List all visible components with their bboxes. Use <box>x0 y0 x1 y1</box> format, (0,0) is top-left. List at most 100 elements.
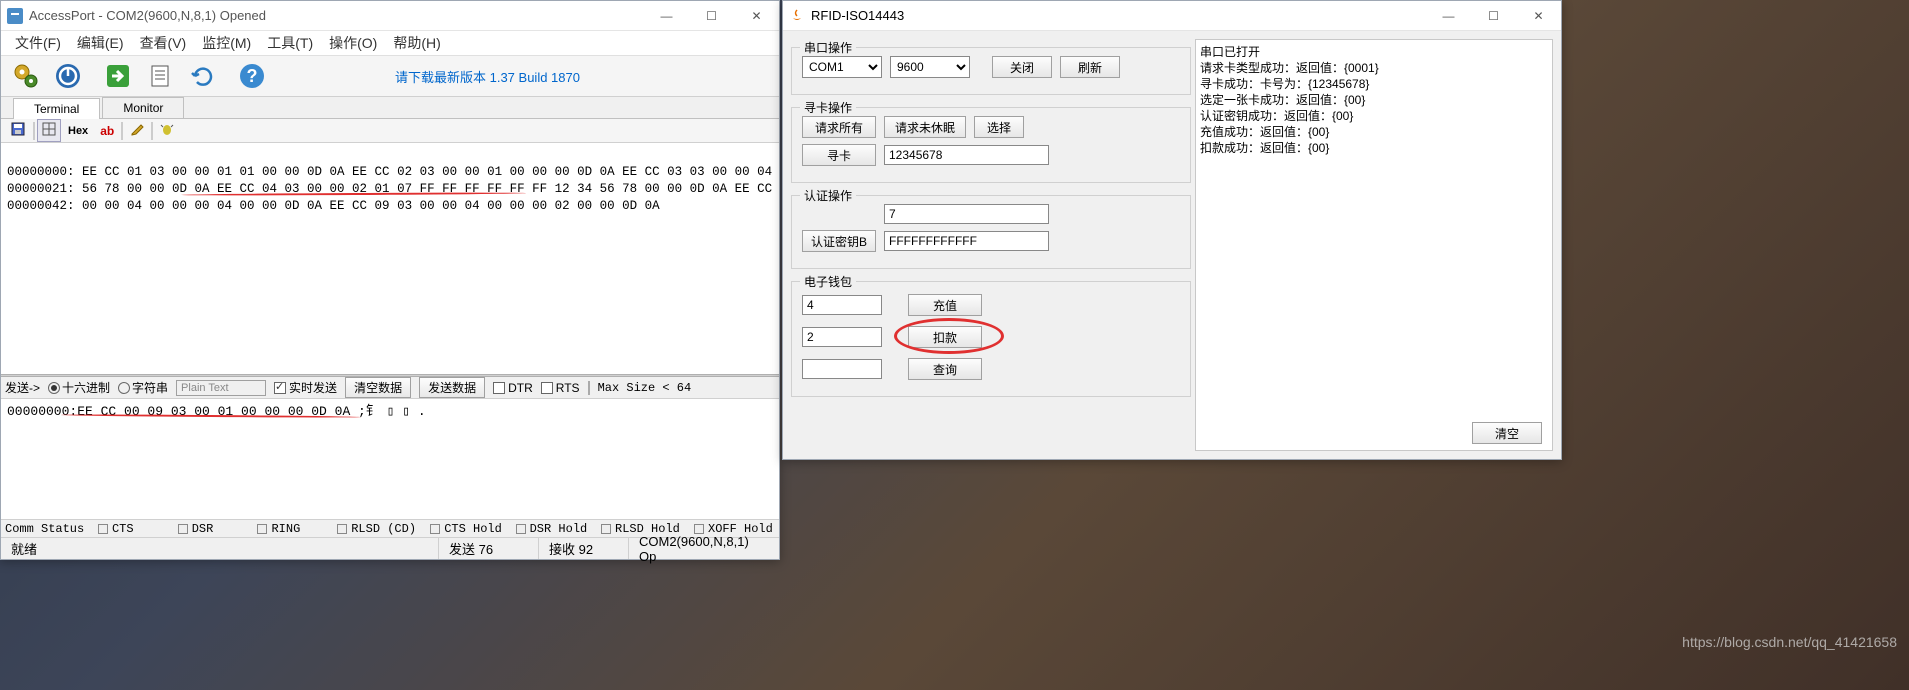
dsr-led: DSR <box>178 522 250 536</box>
radio-hex[interactable]: 十六进制 <box>48 379 110 396</box>
send-label: 发送-> <box>5 379 40 396</box>
menu-tools[interactable]: 工具(T) <box>261 31 319 55</box>
menu-view[interactable]: 查看(V) <box>134 31 193 55</box>
group-auth: 认证操作 认证密钥B <box>791 195 1191 269</box>
status-bar: 就绪 发送 76 接收 92 COM2(9600,N,8,1) Op <box>1 537 779 559</box>
pencil-icon[interactable] <box>125 119 149 142</box>
minimize-button[interactable]: — <box>644 1 689 30</box>
recharge-input[interactable] <box>802 295 882 315</box>
recharge-button[interactable]: 充值 <box>908 294 982 316</box>
close-port-button[interactable]: 关闭 <box>992 56 1052 78</box>
document-icon[interactable] <box>141 58 179 94</box>
max-size-label: Max Size < 64 <box>598 381 692 395</box>
com-select[interactable]: COM1 <box>802 56 882 78</box>
update-link[interactable]: 请下载最新版本 1.37 Build 1870 <box>395 67 580 86</box>
hex-receive-view[interactable]: 00000000: EE CC 01 03 00 00 01 01 00 00 … <box>1 143 779 374</box>
dtr-checkbox[interactable]: DTR <box>493 381 533 395</box>
settings-gear-icon[interactable] <box>7 58 45 94</box>
clear-log-button[interactable]: 清空 <box>1472 422 1542 444</box>
refresh-icon[interactable] <box>183 58 221 94</box>
send-toolbar: 发送-> 十六进制 字符串 Plain Text 实时发送 清空数据 发送数据 … <box>1 377 779 399</box>
watermark: https://blog.csdn.net/qq_41421658 <box>1682 634 1897 650</box>
log-line: 扣款成功：返回值：{00} <box>1200 140 1548 156</box>
send-data-button[interactable]: 发送数据 <box>419 377 485 398</box>
deduct-input[interactable] <box>802 327 882 347</box>
save-icon[interactable] <box>5 118 31 143</box>
select-button[interactable]: 选择 <box>974 116 1024 138</box>
group-title: 寻卡操作 <box>800 99 856 116</box>
power-icon[interactable] <box>49 58 87 94</box>
tab-terminal[interactable]: Terminal <box>13 98 100 119</box>
realtime-checkbox[interactable]: 实时发送 <box>274 379 337 396</box>
accessport-window: AccessPort - COM2(9600,N,8,1) Opened — ☐… <box>0 0 780 560</box>
group-title: 串口操作 <box>800 39 856 56</box>
sub-toolbar: Hex ab <box>1 119 779 143</box>
baud-select[interactable]: 9600 <box>890 56 970 78</box>
status-ready: 就绪 <box>1 538 439 559</box>
tab-monitor[interactable]: Monitor <box>102 97 184 118</box>
menu-monitor[interactable]: 监控(M) <box>196 31 257 55</box>
cts-led: CTS <box>98 522 170 536</box>
auth-key-button[interactable]: 认证密钥B <box>802 230 876 252</box>
window-title: AccessPort - COM2(9600,N,8,1) Opened <box>29 8 644 23</box>
menu-file[interactable]: 文件(F) <box>9 31 67 55</box>
menu-edit[interactable]: 编辑(E) <box>71 31 130 55</box>
query-button[interactable]: 查询 <box>908 358 982 380</box>
card-id-input[interactable] <box>884 145 1049 165</box>
group-seek: 寻卡操作 请求所有 请求未休眠 选择 寻卡 <box>791 107 1191 183</box>
menubar: 文件(F) 编辑(E) 查看(V) 监控(M) 工具(T) 操作(O) 帮助(H… <box>1 31 779 55</box>
deduct-button[interactable]: 扣款 <box>908 326 982 348</box>
hex-send-view[interactable]: 00000000:EE CC 00 09 03 00 01 00 00 00 0… <box>1 399 779 519</box>
request-idle-button[interactable]: 请求未休眠 <box>884 116 966 138</box>
help-icon[interactable]: ? <box>233 58 271 94</box>
radio-string[interactable]: 字符串 <box>118 379 168 396</box>
titlebar: RFID-ISO14443 — ☐ ✕ <box>783 1 1561 31</box>
window-title: RFID-ISO14443 <box>811 8 1426 23</box>
rfid-window: RFID-ISO14443 — ☐ ✕ 串口操作 COM1 9600 关闭 刷新 <box>782 0 1562 460</box>
hex-line: 00000042: 00 00 04 00 00 00 04 00 00 0D … <box>7 199 779 213</box>
close-button[interactable]: ✕ <box>1516 1 1561 30</box>
log-line: 选定一张卡成功：返回值：{00} <box>1200 92 1548 108</box>
hex-mode-button[interactable]: Hex <box>63 122 93 140</box>
bug-icon[interactable] <box>155 119 179 142</box>
arrow-export-icon[interactable] <box>99 58 137 94</box>
ab-mode-button[interactable]: ab <box>95 121 119 141</box>
ring-led: RING <box>257 522 329 536</box>
hex-line: 00000000: EE CC 01 03 00 00 01 01 00 00 … <box>7 165 779 179</box>
group-serial: 串口操作 COM1 9600 关闭 刷新 <box>791 47 1191 95</box>
query-input[interactable] <box>802 359 882 379</box>
app-icon <box>7 8 23 24</box>
log-line: 请求卡类型成功：返回值：{0001} <box>1200 60 1548 76</box>
tabbar: Terminal Monitor <box>1 97 779 119</box>
dsr-hold-led: DSR Hold <box>516 522 593 536</box>
status-sent: 发送 76 <box>439 538 539 559</box>
grid-icon[interactable] <box>37 119 61 142</box>
comm-status-label: Comm Status <box>5 522 90 536</box>
key-input[interactable] <box>884 231 1049 251</box>
log-panel: 串口已打开 请求卡类型成功：返回值：{0001} 寻卡成功：卡号为：{12345… <box>1195 39 1553 451</box>
refresh-button[interactable]: 刷新 <box>1060 56 1120 78</box>
rts-checkbox[interactable]: RTS <box>541 381 580 395</box>
menu-operate[interactable]: 操作(O) <box>323 31 383 55</box>
maximize-button[interactable]: ☐ <box>1471 1 1516 30</box>
log-line: 寻卡成功：卡号为：{12345678} <box>1200 76 1548 92</box>
seek-card-button[interactable]: 寻卡 <box>802 144 876 166</box>
group-title: 认证操作 <box>800 187 856 204</box>
status-recv: 接收 92 <box>539 538 629 559</box>
toolbar: ? 请下载最新版本 1.37 Build 1870 <box>1 55 779 97</box>
group-wallet: 电子钱包 充值 扣款 查询 <box>791 281 1191 397</box>
encoding-combo[interactable]: Plain Text <box>176 380 266 396</box>
titlebar: AccessPort - COM2(9600,N,8,1) Opened — ☐… <box>1 1 779 31</box>
request-all-button[interactable]: 请求所有 <box>802 116 876 138</box>
clear-data-button[interactable]: 清空数据 <box>345 377 411 398</box>
maximize-button[interactable]: ☐ <box>689 1 734 30</box>
menu-help[interactable]: 帮助(H) <box>387 31 446 55</box>
block-input[interactable] <box>884 204 1049 224</box>
cts-hold-led: CTS Hold <box>430 522 507 536</box>
log-line: 充值成功：返回值：{00} <box>1200 124 1548 140</box>
minimize-button[interactable]: — <box>1426 1 1471 30</box>
close-button[interactable]: ✕ <box>734 1 779 30</box>
rlsd-led: RLSD (CD) <box>337 522 422 536</box>
log-line: 串口已打开 <box>1200 44 1548 60</box>
rfid-body: 串口操作 COM1 9600 关闭 刷新 寻卡操作 请求所有 请求未休眠 选择 <box>783 31 1561 459</box>
